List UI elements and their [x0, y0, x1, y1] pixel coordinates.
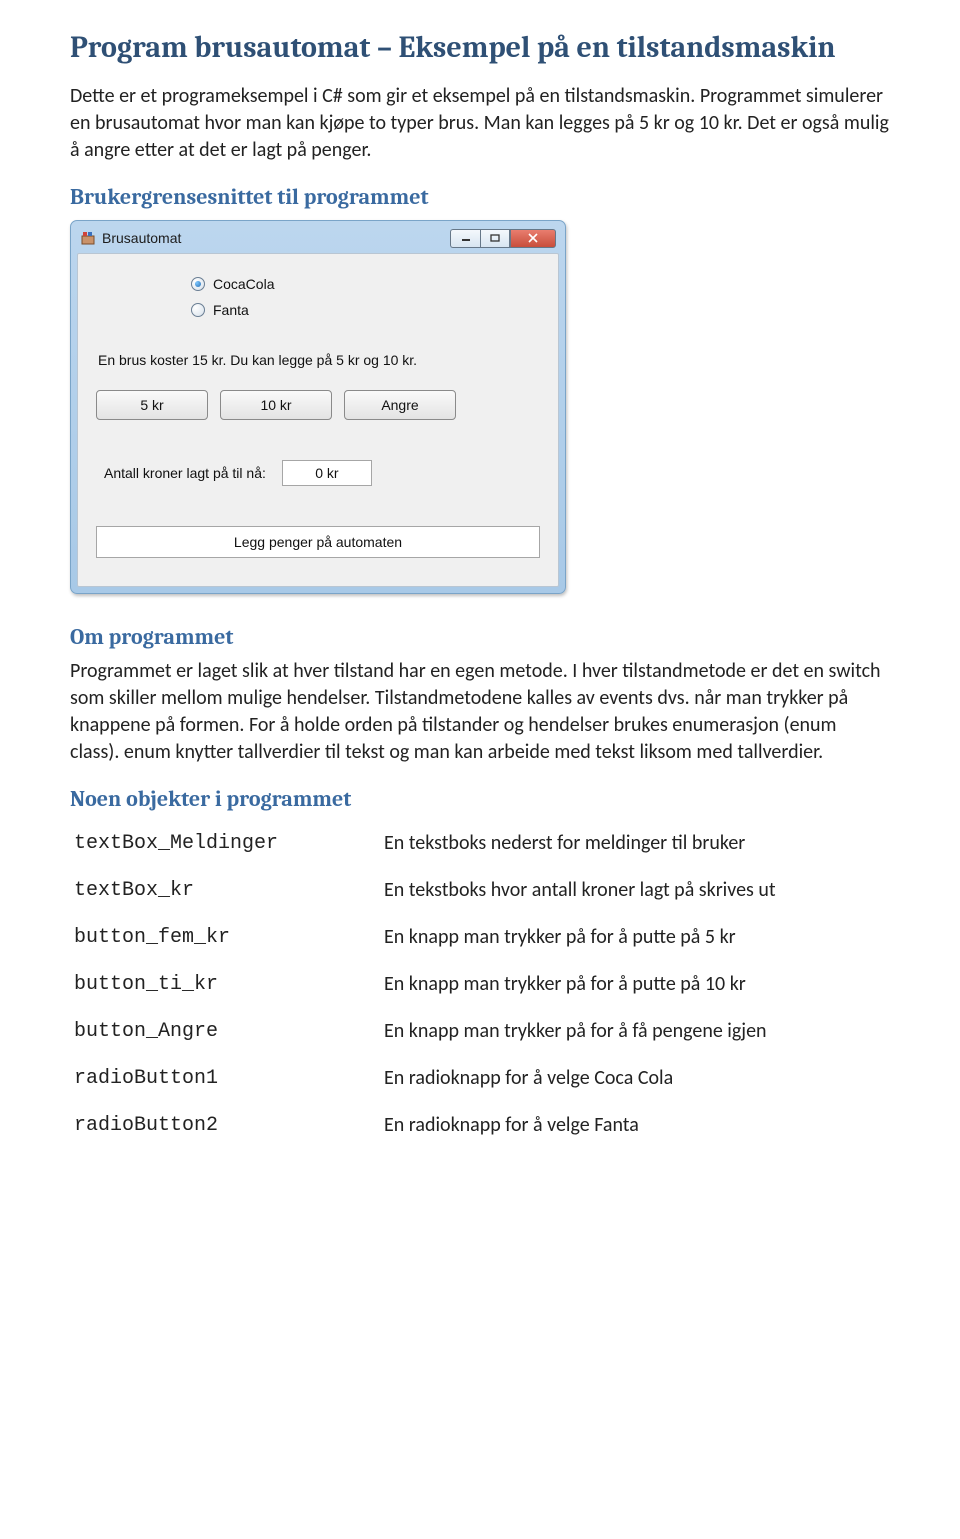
radio-cocacola[interactable]: CocaCola	[191, 276, 540, 292]
amount-label: Antall kroner lagt på til nå:	[104, 465, 266, 481]
intro-paragraph: Dette er et programeksempel i C# som gir…	[70, 83, 890, 164]
radio-icon	[191, 277, 205, 291]
titlebar: Brusautomat	[77, 227, 559, 253]
object-desc: En tekstboks hvor antall kroner lagt på …	[380, 867, 890, 914]
object-desc: En knapp man trykker på for å få pengene…	[380, 1008, 890, 1055]
radio-icon	[191, 303, 205, 317]
object-desc: En radioknapp for å velge Fanta	[380, 1102, 890, 1149]
minimize-button[interactable]	[450, 229, 480, 248]
close-button[interactable]	[510, 229, 556, 248]
app-icon	[80, 230, 96, 246]
five-kr-button[interactable]: 5 kr	[96, 390, 208, 420]
ten-kr-button[interactable]: 10 kr	[220, 390, 332, 420]
object-desc: En knapp man trykker på for å putte på 1…	[380, 961, 890, 1008]
page-title: Program brusautomat – Eksempel på en til…	[70, 30, 890, 65]
amount-textbox[interactable]: 0 kr	[282, 460, 372, 486]
objects-table: textBox_MeldingerEn tekstboks nederst fo…	[70, 820, 890, 1149]
undo-button[interactable]: Angre	[344, 390, 456, 420]
price-text: En brus koster 15 kr. Du kan legge på 5 …	[98, 352, 540, 368]
object-name: button_Angre	[70, 1008, 380, 1055]
section-about-heading: Om programmet	[70, 624, 890, 650]
object-name: radioButton2	[70, 1102, 380, 1149]
table-row: button_AngreEn knapp man trykker på for …	[70, 1008, 890, 1055]
table-row: textBox_krEn tekstboks hvor antall krone…	[70, 867, 890, 914]
table-row: button_fem_krEn knapp man trykker på for…	[70, 914, 890, 961]
maximize-button[interactable]	[480, 229, 510, 248]
client-area: CocaCola Fanta En brus koster 15 kr. Du …	[77, 253, 559, 587]
radio-fanta[interactable]: Fanta	[191, 302, 540, 318]
object-name: textBox_Meldinger	[70, 820, 380, 867]
table-row: radioButton2En radioknapp for å velge Fa…	[70, 1102, 890, 1149]
app-window: Brusautomat CocaCola Fanta En brus ko	[70, 220, 566, 594]
section-gui-heading: Brukergrensesnittet til programmet	[70, 184, 890, 210]
radio-label: Fanta	[213, 302, 249, 318]
table-row: textBox_MeldingerEn tekstboks nederst fo…	[70, 820, 890, 867]
object-name: textBox_kr	[70, 867, 380, 914]
radio-label: CocaCola	[213, 276, 274, 292]
object-name: radioButton1	[70, 1055, 380, 1102]
message-textbox[interactable]: Legg penger på automaten	[96, 526, 540, 558]
window-title: Brusautomat	[102, 230, 450, 246]
section-objects-heading: Noen objekter i programmet	[70, 786, 890, 812]
table-row: button_ti_krEn knapp man trykker på for …	[70, 961, 890, 1008]
object-desc: En tekstboks nederst for meldinger til b…	[380, 820, 890, 867]
table-row: radioButton1En radioknapp for å velge Co…	[70, 1055, 890, 1102]
object-desc: En radioknapp for å velge Coca Cola	[380, 1055, 890, 1102]
about-paragraph: Programmet er laget slik at hver tilstan…	[70, 658, 890, 766]
object-desc: En knapp man trykker på for å putte på 5…	[380, 914, 890, 961]
object-name: button_fem_kr	[70, 914, 380, 961]
object-name: button_ti_kr	[70, 961, 380, 1008]
